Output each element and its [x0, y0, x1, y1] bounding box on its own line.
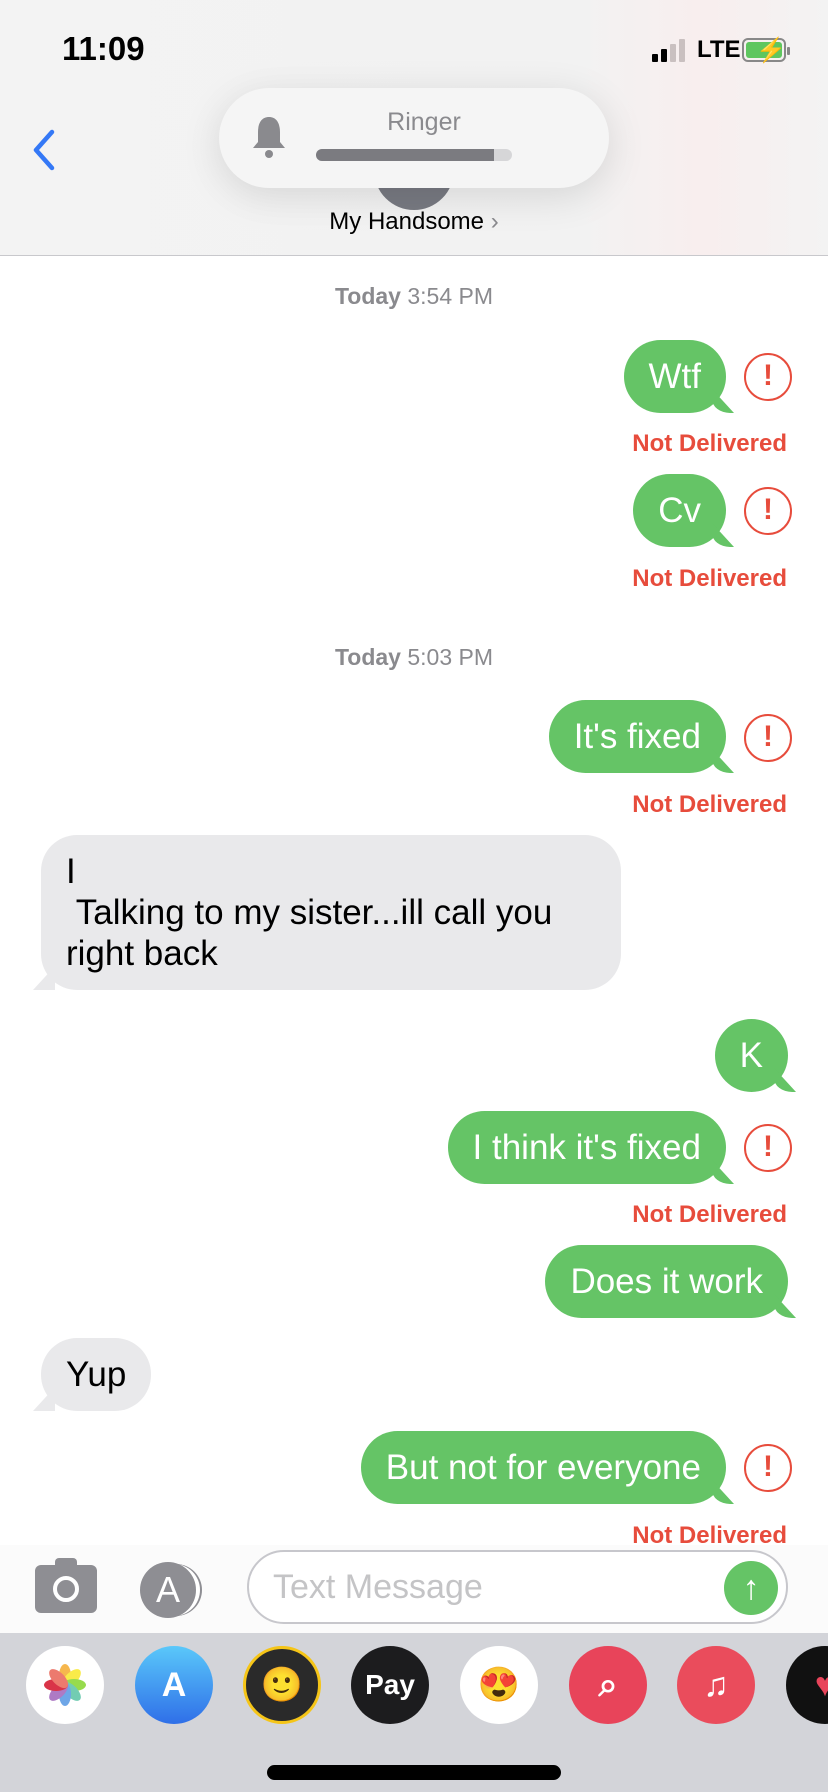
chevron-right-icon: ›: [490, 208, 499, 235]
message-bubble-sent[interactable]: Does it work: [545, 1245, 788, 1318]
message-bubble-received[interactable]: Yup: [41, 1338, 152, 1411]
app-store-icon[interactable]: A: [140, 1562, 196, 1618]
message-bubble-sent[interactable]: But not for everyone: [360, 1431, 726, 1504]
message-bubble-sent[interactable]: K: [714, 1019, 788, 1092]
alert-icon[interactable]: !: [744, 1444, 792, 1492]
send-arrow-icon[interactable]: ↑: [724, 1561, 778, 1615]
digital-touch-icon[interactable]: ♥: [786, 1646, 828, 1724]
home-indicator[interactable]: [267, 1765, 561, 1780]
message-bubble-sent[interactable]: I think it's fixed: [447, 1111, 726, 1184]
ringer-volume-bar: [316, 149, 512, 161]
delivery-status: Not Delivered: [632, 791, 787, 818]
message-bubble-received[interactable]: I Talking to my sister...ill call you ri…: [41, 835, 621, 990]
timestamp: Today 5:03 PM: [334, 644, 494, 670]
status-time: 11:09: [62, 30, 145, 67]
app-store-icon[interactable]: A: [135, 1646, 213, 1724]
network-type: LTE: [697, 36, 741, 63]
alert-icon[interactable]: !: [744, 714, 792, 762]
camera-icon[interactable]: [35, 1558, 97, 1613]
message-bubble-sent[interactable]: It's fixed: [548, 700, 726, 773]
apple-pay-icon[interactable]: Pay: [351, 1646, 429, 1724]
text-message-input[interactable]: [273, 1564, 693, 1610]
composer-bar: A ↑: [0, 1545, 828, 1633]
message-field[interactable]: ↑: [247, 1550, 788, 1624]
message-bubble-sent[interactable]: Wtf: [623, 340, 726, 413]
conversation-header: 11:09 LTE ⚡ My Handsome › Ringer: [0, 0, 828, 256]
timestamp: Today 3:54 PM: [334, 283, 494, 309]
alert-icon[interactable]: !: [744, 353, 792, 401]
memoji-icon[interactable]: 🙂: [243, 1646, 321, 1724]
battery-icon: ⚡: [742, 37, 790, 64]
delivery-status: Not Delivered: [632, 1201, 787, 1228]
signal-icon: [652, 39, 685, 62]
alert-icon[interactable]: !: [744, 487, 792, 535]
message-bubble-sent[interactable]: Cv: [633, 474, 726, 547]
images-search-icon[interactable]: ⌕: [569, 1646, 647, 1724]
photos-icon[interactable]: [26, 1646, 104, 1724]
alert-icon[interactable]: !: [744, 1124, 792, 1172]
ringer-hud: Ringer: [219, 88, 609, 188]
contact-name[interactable]: My Handsome ›: [0, 208, 828, 236]
chevron-left-icon[interactable]: [30, 128, 60, 172]
ringer-volume-level: [316, 149, 495, 161]
delivery-status: Not Delivered: [632, 565, 787, 592]
ringer-title: Ringer: [387, 108, 461, 136]
delivery-status: Not Delivered: [632, 430, 787, 457]
memoji-stickers-icon[interactable]: 😍: [460, 1646, 538, 1724]
music-icon[interactable]: ♫: [677, 1646, 755, 1724]
